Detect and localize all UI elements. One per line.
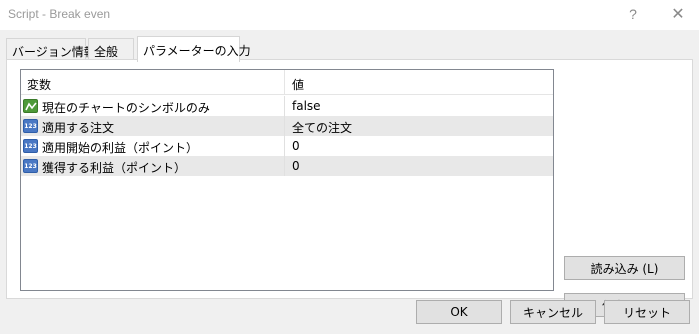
row-name: 適用開始の利益（ポイント）: [42, 141, 199, 155]
tab-version-info[interactable]: バージョン情報: [6, 38, 96, 60]
row-name: 適用する注文: [42, 121, 115, 135]
table-row[interactable]: 現在のチャートのシンボルのみ false: [21, 96, 553, 116]
row-name: 現在のチャートのシンボルのみ: [42, 101, 210, 115]
help-button[interactable]: ?: [620, 3, 646, 25]
column-header-value[interactable]: 値: [292, 76, 304, 93]
row-value[interactable]: false: [292, 99, 321, 113]
grid-header: 変数 値: [21, 70, 553, 95]
title-bar: Script - Break even ? ✕: [0, 0, 699, 30]
dialog-body: バージョン情報 全般 パラメーターの入力 変数 値 現在のチャートのシンボルのみ…: [0, 30, 699, 334]
boolean-icon: [23, 99, 38, 113]
tab-panel: 変数 値 現在のチャートのシンボルのみ false 123 適用する注文 全ての…: [6, 59, 693, 317]
tab-general[interactable]: 全般: [88, 38, 134, 60]
column-divider[interactable]: [284, 70, 285, 95]
number-icon: 123: [23, 139, 38, 153]
ok-button[interactable]: OK: [416, 300, 502, 324]
number-icon: 123: [23, 119, 38, 133]
row-value[interactable]: 0: [292, 159, 300, 173]
number-icon: 123: [23, 159, 38, 173]
row-value[interactable]: 0: [292, 139, 300, 153]
table-row[interactable]: 123 適用開始の利益（ポイント） 0: [21, 136, 553, 156]
row-value[interactable]: 全ての注文: [292, 119, 352, 136]
window-title: Script - Break even: [8, 7, 111, 21]
close-button[interactable]: ✕: [665, 3, 691, 25]
column-header-variable[interactable]: 変数: [27, 76, 51, 93]
tab-input-parameters[interactable]: パラメーターの入力: [137, 36, 251, 62]
cancel-button[interactable]: キャンセル: [510, 300, 596, 324]
load-button[interactable]: 読み込み (L): [564, 256, 685, 280]
parameter-grid: 変数 値 現在のチャートのシンボルのみ false 123 適用する注文 全ての…: [20, 69, 554, 291]
table-row[interactable]: 123 獲得する利益（ポイント） 0: [21, 156, 553, 176]
reset-button[interactable]: リセット: [604, 300, 690, 324]
table-row[interactable]: 123 適用する注文 全ての注文: [21, 116, 553, 136]
row-name: 獲得する利益（ポイント）: [42, 161, 187, 175]
